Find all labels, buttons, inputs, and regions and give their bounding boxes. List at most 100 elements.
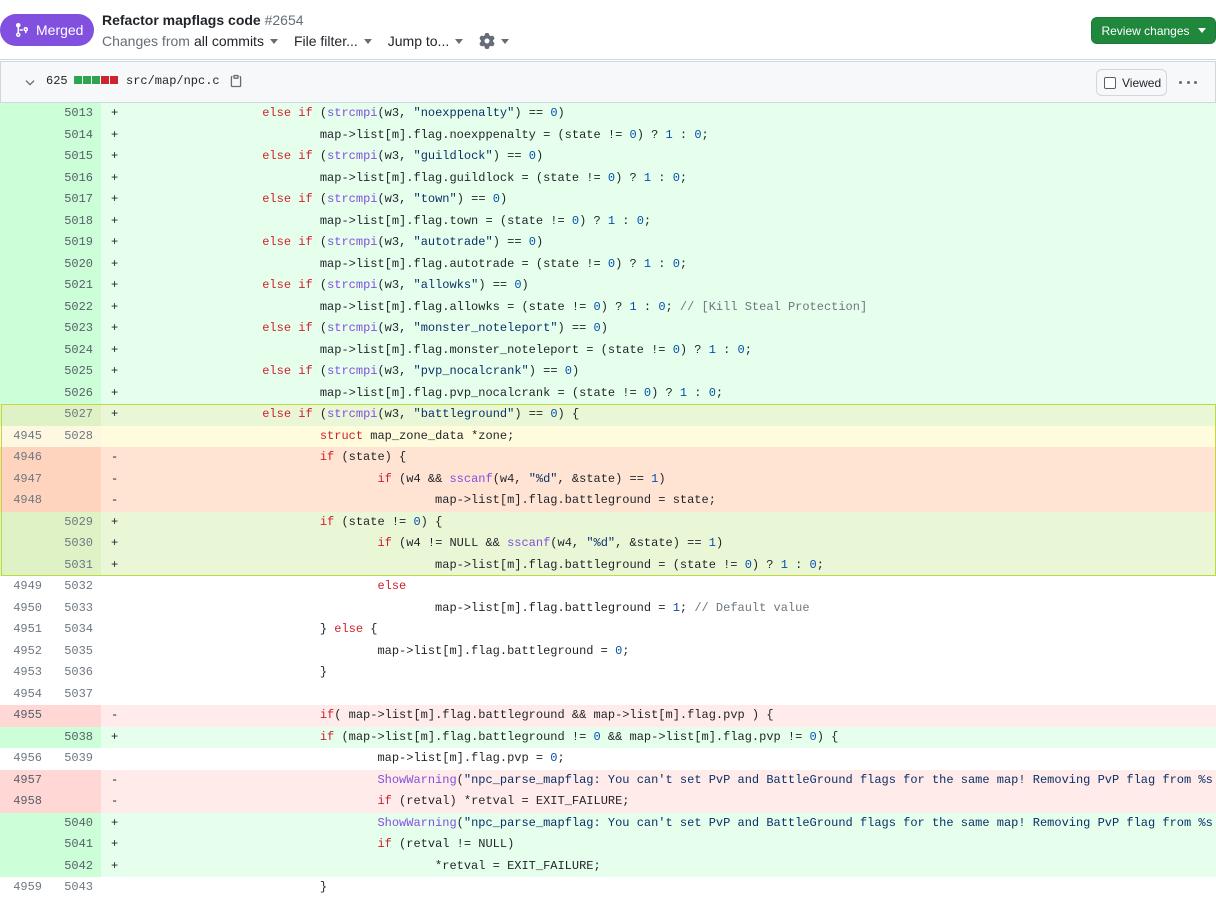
new-line-number[interactable]: 5033: [50, 597, 101, 619]
new-line-number[interactable]: 5026: [50, 382, 101, 404]
old-line-number[interactable]: [0, 318, 50, 340]
old-line-number[interactable]: 4959: [0, 877, 50, 899]
new-line-number[interactable]: [50, 705, 101, 727]
file-header: 625 src/map/npc.c Viewed: [0, 61, 1216, 103]
diffstat-add-block: [92, 76, 100, 84]
new-line-number[interactable]: 5036: [50, 662, 101, 684]
new-line-number[interactable]: 5029: [50, 511, 101, 533]
new-line-number[interactable]: 5021: [50, 275, 101, 297]
new-line-number[interactable]: 5023: [50, 318, 101, 340]
review-changes-button[interactable]: Review changes: [1091, 17, 1216, 44]
diff-settings-dropdown[interactable]: [479, 33, 510, 49]
old-line-number[interactable]: [0, 296, 50, 318]
new-line-number[interactable]: 5022: [50, 296, 101, 318]
diff-line: 5016 + map->list[m].flag.guildlock = (sta…: [0, 167, 1216, 189]
viewed-checkbox-button[interactable]: Viewed: [1096, 69, 1167, 96]
new-line-number[interactable]: 5032: [50, 576, 101, 598]
changes-from-value: all commits: [193, 33, 264, 49]
new-line-number[interactable]: 5040: [50, 812, 101, 834]
new-line-number[interactable]: 5037: [50, 683, 101, 705]
code-line: }: [101, 662, 1216, 684]
code-line: + map->list[m].flag.battleground = (stat…: [101, 554, 1216, 576]
new-line-number[interactable]: 5013: [50, 103, 101, 125]
old-line-number[interactable]: 4957: [0, 769, 50, 791]
new-line-number[interactable]: 5035: [50, 640, 101, 662]
old-line-number[interactable]: [0, 189, 50, 211]
old-line-number[interactable]: [0, 210, 50, 232]
new-line-number[interactable]: [50, 447, 101, 469]
new-line-number[interactable]: 5039: [50, 748, 101, 770]
diff-line: 5031 + map->list[m].flag.battleground = (…: [0, 554, 1216, 576]
old-line-number[interactable]: [0, 511, 50, 533]
new-line-number[interactable]: 5025: [50, 361, 101, 383]
diff-line: 5014 + map->list[m].flag.noexppenalty = (…: [0, 124, 1216, 146]
merge-icon: [15, 23, 28, 37]
old-line-number[interactable]: 4945: [0, 425, 50, 447]
old-line-number[interactable]: 4946: [0, 447, 50, 469]
old-line-number[interactable]: 4953: [0, 662, 50, 684]
new-line-number[interactable]: 5034: [50, 619, 101, 641]
old-line-number[interactable]: 4947: [0, 468, 50, 490]
new-line-number[interactable]: 5038: [50, 726, 101, 748]
code-line: map->list[m].flag.pvp = 0;: [101, 748, 1216, 770]
merged-label: Merged: [36, 22, 84, 38]
new-line-number[interactable]: 5018: [50, 210, 101, 232]
file-path[interactable]: src/map/npc.c: [126, 74, 220, 88]
old-line-number[interactable]: 4956: [0, 748, 50, 770]
new-line-number[interactable]: [50, 468, 101, 490]
old-line-number[interactable]: [0, 554, 50, 576]
new-line-number[interactable]: [50, 769, 101, 791]
old-line-number[interactable]: 4948: [0, 490, 50, 512]
old-line-number[interactable]: [0, 834, 50, 856]
old-line-number[interactable]: 4955: [0, 705, 50, 727]
old-line-number[interactable]: [0, 533, 50, 555]
new-line-number[interactable]: 5015: [50, 146, 101, 168]
old-line-number[interactable]: 4958: [0, 791, 50, 813]
new-line-number[interactable]: 5042: [50, 855, 101, 877]
copy-icon[interactable]: [229, 73, 243, 89]
old-line-number[interactable]: [0, 167, 50, 189]
new-line-number[interactable]: 5028: [50, 425, 101, 447]
new-line-number[interactable]: 5024: [50, 339, 101, 361]
collapse-chevron-icon[interactable]: [23, 75, 37, 89]
old-line-number[interactable]: 4954: [0, 683, 50, 705]
changes-from-dropdown[interactable]: Changes from all commits: [102, 33, 278, 49]
new-line-number[interactable]: 5031: [50, 554, 101, 576]
old-line-number[interactable]: [0, 232, 50, 254]
file-filter-label: File filter...: [293, 33, 358, 49]
new-line-number[interactable]: 5020: [50, 253, 101, 275]
old-line-number[interactable]: [0, 726, 50, 748]
old-line-number[interactable]: [0, 339, 50, 361]
old-line-number[interactable]: [0, 404, 50, 426]
old-line-number[interactable]: 4952: [0, 640, 50, 662]
old-line-number[interactable]: [0, 855, 50, 877]
new-line-number[interactable]: 5041: [50, 834, 101, 856]
old-line-number[interactable]: 4949: [0, 576, 50, 598]
new-line-number[interactable]: [50, 490, 101, 512]
new-line-number[interactable]: 5043: [50, 877, 101, 899]
new-line-number[interactable]: 5017: [50, 189, 101, 211]
code-line: + if (state != 0) {: [101, 511, 1216, 533]
diff-line: 5023 + else if (strcmpi(w3, "monster_note…: [0, 318, 1216, 340]
old-line-number[interactable]: [0, 361, 50, 383]
new-line-number[interactable]: 5027: [50, 404, 101, 426]
more-options-icon[interactable]: [1179, 74, 1197, 90]
new-line-number[interactable]: 5019: [50, 232, 101, 254]
old-line-number[interactable]: [0, 103, 50, 125]
viewed-checkbox[interactable]: [1104, 76, 1116, 89]
old-line-number[interactable]: [0, 253, 50, 275]
new-line-number[interactable]: 5014: [50, 124, 101, 146]
old-line-number[interactable]: [0, 275, 50, 297]
file-filter-dropdown[interactable]: File filter...: [294, 33, 372, 49]
old-line-number[interactable]: 4950: [0, 597, 50, 619]
diff-line: 5030 + if (w4 != NULL && sscanf(w4, "%d",…: [0, 533, 1216, 555]
old-line-number[interactable]: [0, 124, 50, 146]
new-line-number[interactable]: [50, 791, 101, 813]
old-line-number[interactable]: [0, 382, 50, 404]
new-line-number[interactable]: 5016: [50, 167, 101, 189]
old-line-number[interactable]: 4951: [0, 619, 50, 641]
old-line-number[interactable]: [0, 146, 50, 168]
old-line-number[interactable]: [0, 812, 50, 834]
new-line-number[interactable]: 5030: [50, 533, 101, 555]
jump-to-dropdown[interactable]: Jump to...: [388, 33, 464, 49]
